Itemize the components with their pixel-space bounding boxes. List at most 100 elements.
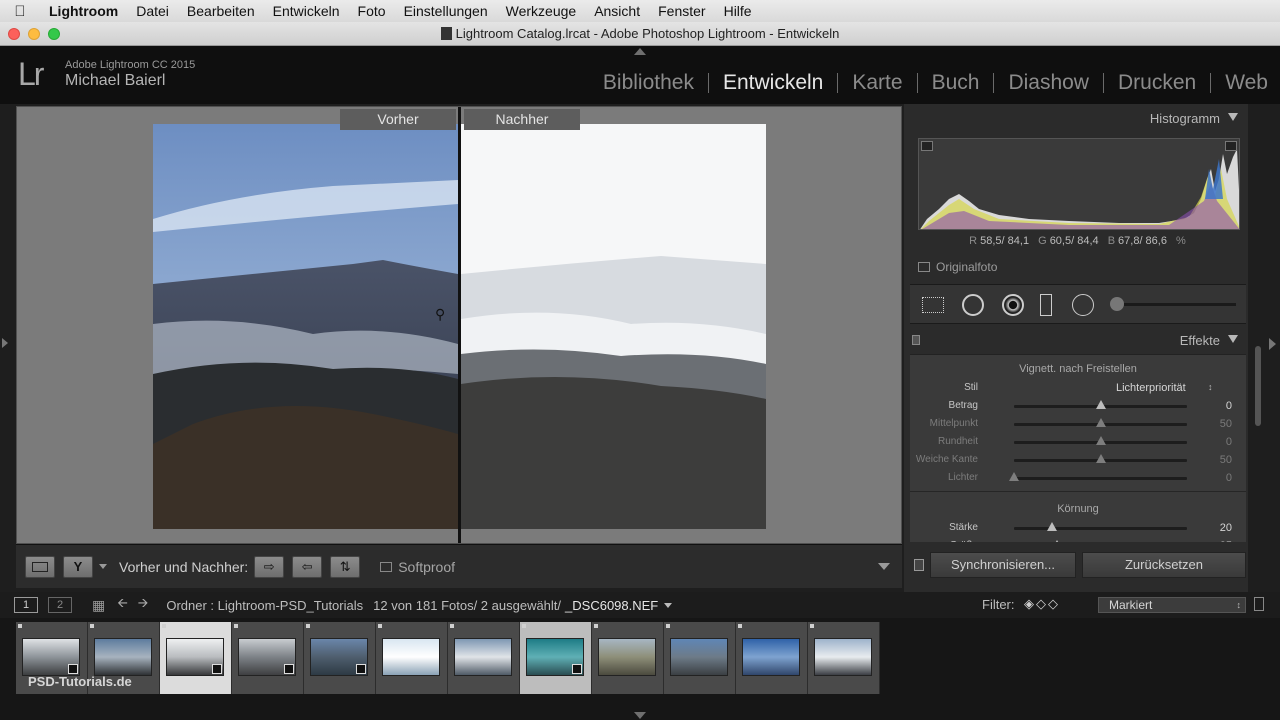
menu-bearbeiten[interactable]: Bearbeiten [178, 3, 264, 19]
slider-value[interactable]: 0 [1226, 436, 1232, 448]
after-photo[interactable] [461, 124, 766, 529]
identity-user-name: Michael Baierl [65, 72, 166, 89]
apple-icon[interactable]:  [0, 3, 40, 20]
graduated-filter-icon[interactable] [1040, 294, 1052, 316]
menu-datei[interactable]: Datei [127, 3, 178, 19]
menu-werkzeuge[interactable]: Werkzeuge [497, 3, 586, 19]
filmstrip-thumbnail[interactable] [160, 622, 232, 694]
auto-sync-toggle[interactable] [914, 559, 924, 571]
slider-thumb[interactable] [1095, 418, 1106, 427]
before-photo[interactable] [153, 124, 458, 529]
expand-left-panel-icon[interactable] [2, 338, 8, 348]
module-drucken[interactable]: Drucken [1104, 71, 1210, 95]
forward-arrow-icon[interactable]: 🡪 [138, 594, 149, 616]
collapse-bottom-panel-icon[interactable] [634, 712, 646, 719]
grid-view-icon[interactable]: ▦ [92, 597, 105, 614]
slider-thumb[interactable] [1095, 454, 1106, 463]
effects-toggle-icon[interactable] [912, 335, 920, 345]
module-web[interactable]: Web [1211, 71, 1268, 95]
menu-foto[interactable]: Foto [349, 3, 395, 19]
slider-row: Rundheit 0 [910, 433, 1246, 451]
current-filename[interactable]: _DSC6098.NEF [565, 598, 658, 613]
radial-filter-icon[interactable] [1072, 294, 1094, 316]
expand-right-panel-icon[interactable] [1269, 338, 1276, 350]
collapse-arrow-icon[interactable] [1228, 113, 1238, 121]
style-select[interactable]: Lichterpriorität [1116, 382, 1186, 394]
original-photo-label: Originalfoto [936, 260, 998, 274]
original-photo-checkbox[interactable] [918, 262, 930, 272]
filmstrip-thumbnail[interactable] [376, 622, 448, 694]
module-entwickeln[interactable]: Entwickeln [709, 71, 837, 95]
view-dropdown-icon[interactable] [99, 564, 107, 569]
filmstrip-thumbnail[interactable] [520, 622, 592, 694]
slider-value[interactable]: 20 [1220, 522, 1232, 534]
slider-thumb[interactable] [1047, 522, 1058, 531]
menu-fenster[interactable]: Fenster [649, 3, 714, 19]
menu-entwickeln[interactable]: Entwickeln [264, 3, 349, 19]
image-canvas[interactable]: Vorher Nachher ⚲ [16, 106, 902, 544]
flag-filter-icons[interactable]: ◈◇◇ [1024, 596, 1060, 612]
effects-header[interactable]: Effekte [904, 326, 1248, 354]
copy-after-to-before-button[interactable]: ⇦ [292, 555, 323, 578]
menu-einstellungen[interactable]: Einstellungen [395, 3, 497, 19]
filmstrip-thumbnail[interactable] [304, 622, 376, 694]
main-window-button[interactable]: 1 [14, 597, 38, 613]
module-buch[interactable]: Buch [918, 71, 994, 95]
collapse-top-panel-icon[interactable] [634, 48, 646, 55]
module-bibliothek[interactable]: Bibliothek [589, 71, 708, 95]
swap-before-after-button[interactable]: ⇅ [330, 555, 361, 578]
updown-icon[interactable]: ↕ [1208, 382, 1213, 392]
shadow-clipping-icon[interactable] [921, 141, 933, 151]
before-after-view-button[interactable]: Y [63, 555, 93, 578]
spot-removal-icon[interactable] [962, 294, 984, 316]
filename-dropdown-icon[interactable] [664, 602, 673, 608]
tool-slider[interactable] [1124, 303, 1236, 306]
slider-thumb[interactable] [1052, 540, 1063, 542]
crop-tool-icon[interactable] [922, 297, 944, 313]
slider-value[interactable]: 50 [1220, 454, 1232, 466]
right-panel-scrollbar[interactable] [1255, 346, 1261, 426]
slider-value[interactable]: 25 [1220, 540, 1232, 542]
back-arrow-icon[interactable]: 🡨 [117, 594, 128, 616]
original-photo-row[interactable]: Originalfoto [918, 260, 997, 274]
slider-thumb[interactable] [1095, 436, 1106, 445]
title-bar: Lightroom Catalog.lrcat - Adobe Photosho… [0, 22, 1280, 46]
filmstrip-thumbnail[interactable] [592, 622, 664, 694]
slider-track[interactable] [1014, 527, 1187, 530]
develop-settings-badge-icon [356, 664, 366, 674]
histogram-chart[interactable] [918, 138, 1240, 230]
menu-lightroom[interactable]: Lightroom [40, 3, 127, 19]
menu-ansicht[interactable]: Ansicht [585, 3, 649, 19]
copy-before-to-after-button[interactable]: ⇨ [254, 555, 285, 578]
slider-value[interactable]: 0 [1226, 400, 1232, 412]
sync-button[interactable]: Synchronisieren... [930, 552, 1076, 578]
slider-track[interactable] [1014, 477, 1187, 480]
highlight-clipping-icon[interactable] [1225, 141, 1237, 151]
filmstrip-thumbnail[interactable] [808, 622, 880, 694]
filmstrip-thumbnail[interactable] [448, 622, 520, 694]
filmstrip-thumbnail[interactable] [736, 622, 808, 694]
slider-thumb[interactable] [1095, 400, 1106, 409]
histogram-header[interactable]: Histogramm [904, 104, 1248, 132]
slider-value[interactable]: 50 [1220, 418, 1232, 430]
slider-thumb[interactable] [1009, 472, 1019, 481]
filter-lock-icon[interactable] [1254, 597, 1264, 611]
thumbnail-marker [90, 624, 94, 628]
filmstrip-thumbnail[interactable] [232, 622, 304, 694]
source-path[interactable]: Ordner : Lightroom-PSD_Tutorials [166, 598, 363, 613]
filmstrip-thumbnail[interactable] [664, 622, 736, 694]
loupe-view-button[interactable] [25, 555, 55, 578]
red-eye-icon[interactable] [1002, 294, 1024, 316]
softproof-checkbox[interactable] [380, 561, 393, 572]
slider-value[interactable]: 0 [1226, 472, 1232, 484]
reset-button[interactable]: Zurücksetzen [1082, 552, 1246, 578]
module-karte[interactable]: Karte [838, 71, 916, 95]
module-diashow[interactable]: Diashow [994, 71, 1103, 95]
menu-hilfe[interactable]: Hilfe [715, 3, 761, 19]
toolbar-content-dropdown-icon[interactable] [878, 563, 890, 570]
adjustment-brush-icon[interactable] [1110, 297, 1124, 311]
collapse-arrow-icon[interactable] [1228, 335, 1238, 343]
second-window-button[interactable]: 2 [48, 597, 72, 613]
menubar:  Lightroom Datei Bearbeiten Entwickeln … [0, 0, 1280, 22]
filter-select[interactable]: Markiert ↕ [1098, 597, 1246, 613]
